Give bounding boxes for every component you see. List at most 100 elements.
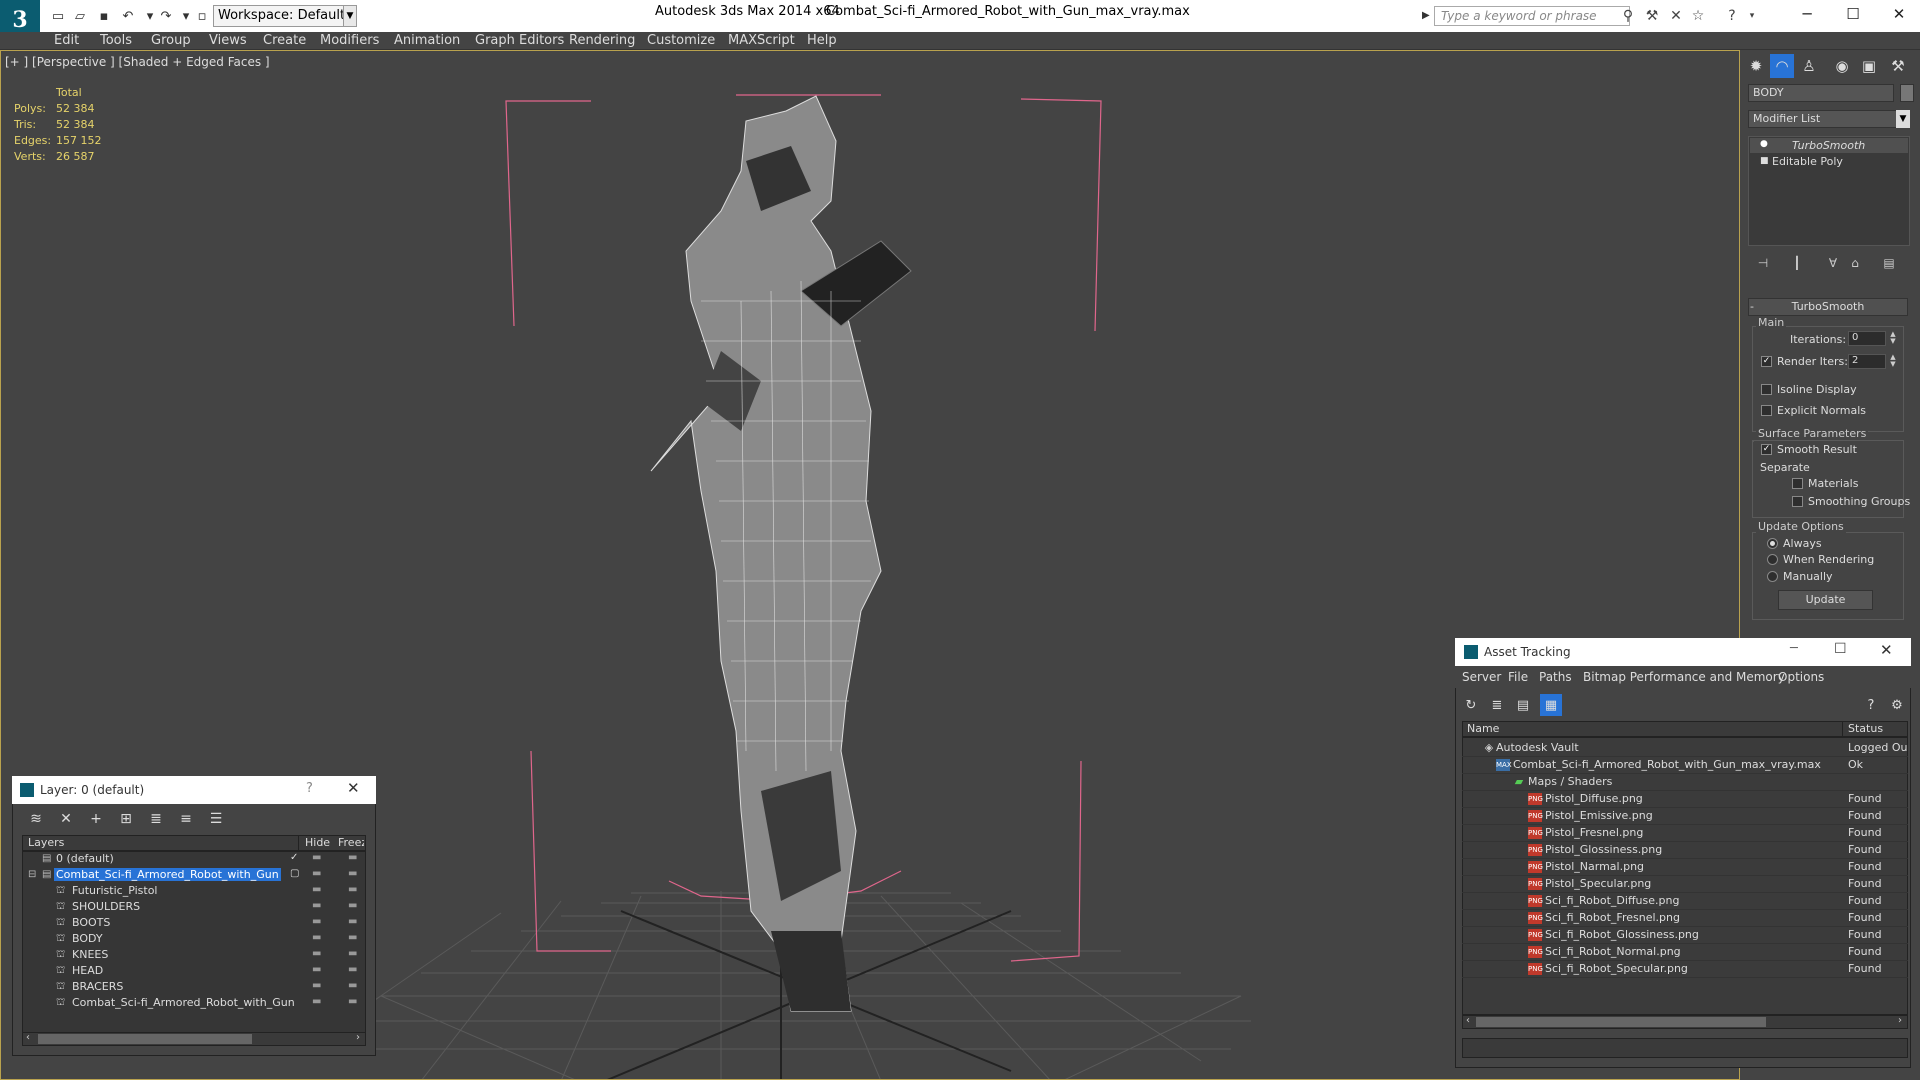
asset-row[interactable]: PNG Sci_fi_Robot_Fresnel.png Found	[1462, 910, 1908, 927]
collapse-minus-icon[interactable]: ⊟	[28, 869, 36, 880]
asset-menu-server[interactable]: Server	[1462, 670, 1501, 684]
asset-row[interactable]: PNG Sci_fi_Robot_Glossiness.png Found	[1462, 927, 1908, 944]
layer-row[interactable]: ⊟ ▤ Combat_Sci-fi_Armored_Robot_with_Gun…	[22, 868, 366, 884]
materials-checkbox[interactable]	[1792, 478, 1803, 489]
stack-item-turbosmooth[interactable]: TurboSmooth	[1792, 139, 1865, 152]
stack-item-editable-poly[interactable]: Editable Poly	[1772, 155, 1843, 168]
asset-row[interactable]: PNG Pistol_Diffuse.png Found	[1462, 791, 1908, 808]
help-dropdown-icon[interactable]: ▾	[1742, 6, 1762, 26]
delete-layer-icon[interactable]: ✕	[54, 808, 78, 830]
asset-row[interactable]: PNG Pistol_Narmal.png Found	[1462, 859, 1908, 876]
asset-row[interactable]: PNG Pistol_Fresnel.png Found	[1462, 825, 1908, 842]
favorites-star-icon[interactable]: ☆	[1688, 6, 1708, 26]
layer-row[interactable]: ⛫ HEAD ▬ ▬	[22, 964, 366, 980]
remove-modifier-icon[interactable]: ⌂	[1846, 254, 1864, 272]
freeze-toggle[interactable]: ▬	[348, 980, 357, 991]
list-view-icon[interactable]: ≣	[1486, 694, 1508, 716]
layer-row[interactable]: ⛫ Futuristic_Pistol ▬ ▬	[22, 884, 366, 900]
status-column-header[interactable]: Status	[1848, 722, 1883, 735]
isoline-display-checkbox[interactable]	[1761, 384, 1772, 395]
always-radio[interactable]	[1767, 538, 1778, 549]
asset-help-icon[interactable]: ?	[1860, 694, 1882, 716]
menu-customize[interactable]: Customize	[647, 32, 715, 50]
show-end-result-icon[interactable]: ┃	[1788, 254, 1806, 272]
hide-toggle[interactable]: ▬	[312, 884, 321, 895]
motion-tab-icon[interactable]: ◉	[1830, 54, 1854, 78]
asset-close-icon[interactable]: ✕	[1880, 641, 1893, 659]
asset-scroll-left-icon[interactable]: ‹	[1466, 1015, 1470, 1026]
freeze-toggle[interactable]: ▬	[348, 868, 357, 879]
asset-minimize-icon[interactable]: ─	[1790, 641, 1798, 656]
asset-menu-paths[interactable]: Paths	[1539, 670, 1572, 684]
maximize-icon[interactable]: ☐	[1830, 0, 1876, 28]
asset-scrollbar-thumb[interactable]	[1476, 1017, 1766, 1027]
exchange-icon[interactable]: ✕	[1666, 6, 1686, 26]
layer-scrollbar-thumb[interactable]	[38, 1034, 252, 1044]
new-file-icon[interactable]: ▭	[48, 6, 68, 26]
when-rendering-radio[interactable]	[1767, 554, 1778, 565]
hide-toggle[interactable]: ▬	[312, 932, 321, 943]
scroll-right-icon[interactable]: ›	[356, 1032, 360, 1043]
layer-row[interactable]: ⛫ BODY ▬ ▬	[22, 932, 366, 948]
display-tab-icon[interactable]: ▣	[1857, 54, 1881, 78]
layer-row[interactable]: ⛫ Combat_Sci-fi_Armored_Robot_with_Gun ▬…	[22, 996, 366, 1012]
menu-create[interactable]: Create	[263, 32, 306, 50]
freeze-toggle[interactable]: ▬	[348, 884, 357, 895]
utilities-tab-icon[interactable]: ⚒	[1886, 54, 1910, 78]
menu-rendering[interactable]: Rendering	[569, 32, 635, 50]
highlight-layer-icon[interactable]: ≡	[174, 808, 198, 830]
asset-row[interactable]: MAX Combat_Sci-fi_Armored_Robot_with_Gun…	[1462, 757, 1908, 774]
hide-column-header[interactable]: Hide	[305, 836, 330, 849]
create-layer-icon[interactable]: +	[84, 808, 108, 830]
redo-icon[interactable]: ↷	[156, 6, 176, 26]
hide-toggle[interactable]: ▬	[312, 996, 321, 1007]
freeze-toggle[interactable]: ▬	[348, 900, 357, 911]
smooth-result-checkbox[interactable]: ✓	[1761, 444, 1772, 455]
add-to-layer-icon[interactable]: ⊞	[114, 808, 138, 830]
render-iters-checkbox[interactable]: ✓	[1761, 356, 1772, 367]
layer-help-icon[interactable]: ?	[306, 781, 313, 796]
refresh-icon[interactable]: ↻	[1460, 694, 1482, 716]
asset-row[interactable]: PNG Sci_fi_Robot_Specular.png Found	[1462, 961, 1908, 978]
menu-modifiers[interactable]: Modifiers	[320, 32, 379, 50]
asset-row[interactable]: PNG Sci_fi_Robot_Normal.png Found	[1462, 944, 1908, 961]
asset-settings-icon[interactable]: ⚙	[1886, 694, 1908, 716]
menu-animation[interactable]: Animation	[394, 32, 460, 50]
rollout-collapse-icon[interactable]: -	[1750, 300, 1754, 313]
layer-row[interactable]: ▤ 0 (default) ✓ ▬ ▬	[22, 852, 366, 868]
save-file-icon[interactable]: ▪	[94, 6, 114, 26]
undo-icon[interactable]: ↶	[118, 6, 138, 26]
scroll-left-icon[interactable]: ‹	[26, 1032, 30, 1043]
binoculars-icon[interactable]: ⚲	[1618, 6, 1638, 26]
project-folder-icon[interactable]: ▫	[192, 6, 212, 26]
hide-toggle[interactable]: ▬	[312, 948, 321, 959]
make-unique-icon[interactable]: ∀	[1824, 254, 1842, 272]
turbosmooth-rollout-header[interactable]: TurboSmooth	[1748, 298, 1908, 316]
object-name-field[interactable]: BODY	[1748, 84, 1894, 102]
freeze-toggle[interactable]: ▬	[348, 996, 357, 1007]
hide-toggle[interactable]: ▬	[312, 868, 321, 879]
close-icon[interactable]: ✕	[1876, 0, 1920, 28]
menu-tools[interactable]: Tools	[100, 32, 132, 50]
menu-edit[interactable]: Edit	[54, 32, 79, 50]
asset-row[interactable]: ▰ Maps / Shaders	[1462, 774, 1908, 791]
asset-row[interactable]: PNG Pistol_Specular.png Found	[1462, 876, 1908, 893]
create-tab-icon[interactable]: ✹	[1744, 54, 1768, 78]
asset-menu-file[interactable]: File	[1508, 670, 1528, 684]
asset-menu-options[interactable]: Options	[1778, 670, 1824, 684]
hide-toggle[interactable]: ▬	[312, 852, 321, 863]
name-column-header[interactable]: Name	[1467, 722, 1499, 735]
hide-toggle[interactable]: ▬	[312, 916, 321, 927]
freeze-column-header[interactable]: Freeze	[338, 836, 364, 849]
asset-row[interactable]: ◈ Autodesk Vault Logged Ou	[1462, 740, 1908, 757]
select-in-layer-icon[interactable]: ≣	[144, 808, 168, 830]
layer-row[interactable]: ⛫ SHOULDERS ▬ ▬	[22, 900, 366, 916]
minimize-icon[interactable]: ─	[1784, 0, 1830, 28]
modify-tab-icon[interactable]: ◠	[1770, 54, 1794, 78]
freeze-toggle[interactable]: ▬	[348, 932, 357, 943]
render-iters-spinner-arrows-icon[interactable]: ▲ ▼	[1888, 354, 1898, 369]
lightbulb-icon[interactable]: ●	[1760, 139, 1768, 149]
layer-explorer-icon[interactable]: ≋	[24, 808, 48, 830]
freeze-toggle[interactable]: ▬	[348, 852, 357, 863]
freeze-toggle[interactable]: ▬	[348, 948, 357, 959]
